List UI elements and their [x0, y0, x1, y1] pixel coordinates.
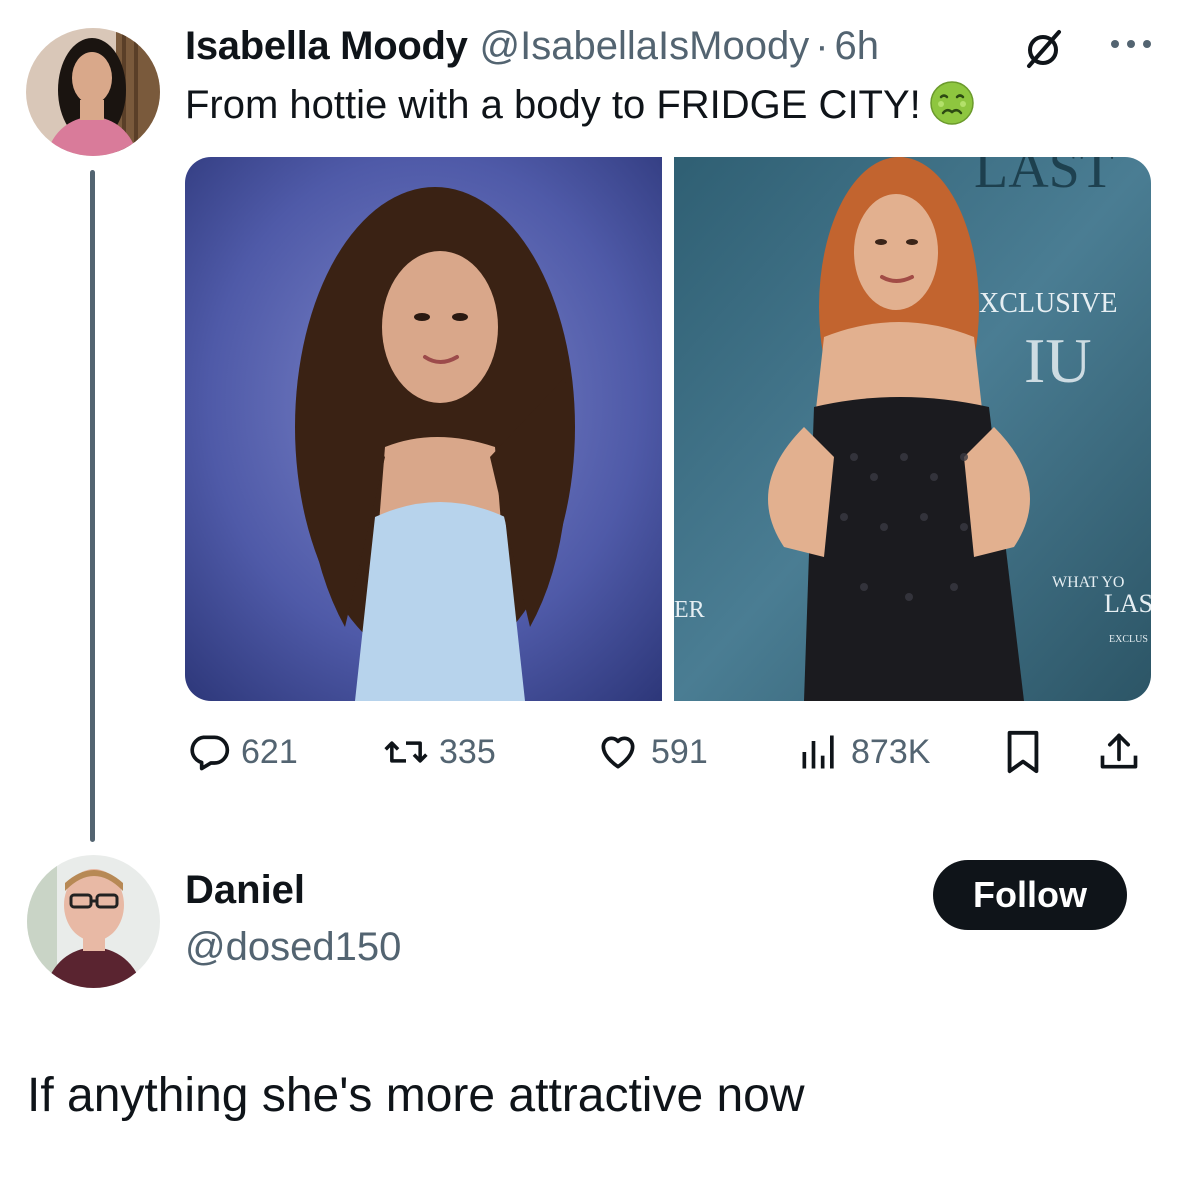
author-handle[interactable]: @IsabellaIsMoody	[480, 24, 810, 69]
tweet-time[interactable]: 6h	[835, 24, 880, 69]
nauseated-face-emoji-icon	[929, 80, 975, 138]
retweet-count: 335	[439, 732, 496, 771]
grok-icon[interactable]	[1021, 26, 1065, 70]
reply-count: 621	[241, 732, 298, 771]
reply-author-avatar[interactable]	[27, 855, 160, 988]
media-photo-left[interactable]	[185, 157, 662, 701]
bookmark-icon	[1007, 730, 1039, 774]
author-name[interactable]: Isabella Moody	[185, 24, 468, 69]
media-photo-right[interactable]: LAST XCLUSIVE IU ER WHAT YO LAS EXCLUS	[674, 157, 1151, 701]
reply-button[interactable]: 621	[187, 726, 298, 778]
heart-icon	[601, 736, 635, 769]
like-count: 591	[651, 732, 708, 771]
tweet-text-content: From hottie with a body to FRIDGE CITY!	[185, 83, 921, 127]
bookmark-button[interactable]	[1003, 726, 1053, 778]
share-button[interactable]	[1097, 726, 1151, 778]
tweet-header: Isabella Moody @IsabellaIsMoody · 6h	[185, 18, 1165, 74]
retweet-button[interactable]: 335	[383, 726, 496, 778]
views-button[interactable]: 873K	[797, 726, 930, 778]
separator-dot: ·	[815, 23, 829, 68]
views-count: 873K	[851, 732, 931, 771]
reply-author-handle[interactable]: @dosed150	[185, 925, 401, 970]
reply-text: If anything she's more attractive now	[27, 1069, 805, 1122]
views-chart-icon	[802, 735, 834, 769]
reply-author-name[interactable]: Daniel	[185, 868, 305, 913]
share-icon	[1100, 733, 1138, 769]
author-avatar[interactable]	[26, 28, 160, 156]
svg-text:LAS: LAS	[1104, 589, 1151, 618]
svg-text:ER: ER	[674, 597, 705, 623]
svg-text:LAST: LAST	[974, 157, 1114, 200]
like-button[interactable]: 591	[595, 726, 708, 778]
follow-button[interactable]: Follow	[933, 860, 1127, 930]
svg-text:IU: IU	[1024, 325, 1092, 396]
svg-text:XCLUSIVE: XCLUSIVE	[979, 288, 1117, 319]
thread-connector-line	[90, 170, 95, 842]
retweet-icon	[384, 741, 428, 763]
tweet-action-bar: 621 335 591 873K	[185, 726, 1151, 778]
more-options-icon[interactable]	[1107, 36, 1155, 52]
reply-icon	[190, 735, 230, 771]
tweet-media[interactable]: LAST XCLUSIVE IU ER WHAT YO LAS EXCLUS	[185, 157, 1151, 701]
tweet-text: From hottie with a body to FRIDGE CITY!	[185, 80, 975, 138]
svg-text:EXCLUS: EXCLUS	[1109, 634, 1148, 645]
